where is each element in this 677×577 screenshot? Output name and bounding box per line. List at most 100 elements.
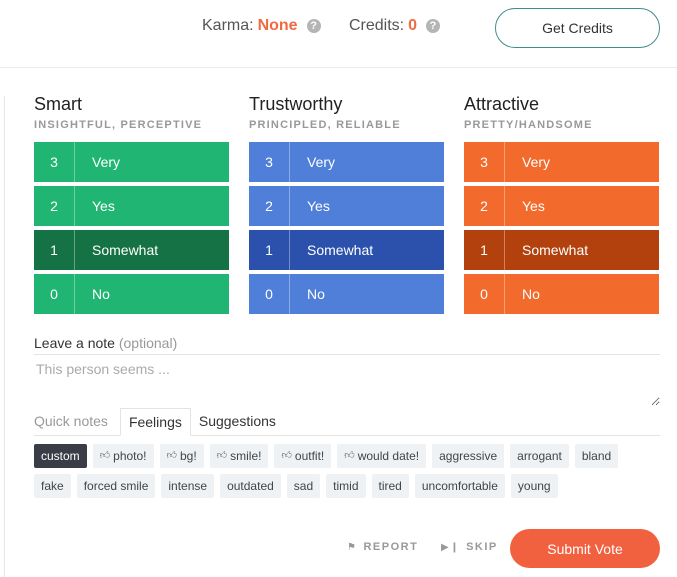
- column-subtitle: INSIGHTFUL, PERCEPTIVE: [34, 119, 203, 131]
- column-title: Trustworthy: [249, 94, 343, 114]
- quick-note-chip[interactable]: 👍︎ photo!: [92, 444, 154, 468]
- thumbs-up-icon: 👍︎: [166, 450, 177, 461]
- rating-option-label: No: [307, 286, 325, 302]
- tab-feelings[interactable]: Feelings: [119, 408, 191, 436]
- quick-note-chip[interactable]: arrogant: [510, 444, 569, 468]
- rating-option[interactable]: 3 Very: [249, 142, 444, 182]
- note-label-text: Leave a note: [34, 335, 115, 351]
- quick-note-chip[interactable]: timid: [326, 474, 366, 498]
- thumbs-up-icon: 👍︎: [216, 450, 228, 461]
- rating-option-number: 0: [249, 274, 290, 314]
- rating-option[interactable]: 2 Yes: [464, 186, 659, 226]
- rating-option-label: Very: [92, 154, 121, 170]
- quick-note-chip[interactable]: sad: [286, 474, 321, 498]
- quick-note-chip[interactable]: 👍︎ smile!: [209, 444, 269, 468]
- rating-option-number: 2: [464, 186, 505, 226]
- quick-note-chip[interactable]: 👍︎ bg!: [159, 444, 204, 468]
- quick-note-chip[interactable]: custom: [34, 444, 87, 468]
- rating-option-number: 1: [34, 230, 75, 270]
- chip-label: bg!: [179, 449, 197, 463]
- rating-option-label: No: [522, 286, 540, 302]
- rating-option-label: Very: [307, 154, 336, 170]
- quick-note-chip[interactable]: tired: [371, 474, 409, 498]
- karma-value: None: [257, 17, 298, 34]
- quick-note-chip[interactable]: bland: [574, 444, 619, 468]
- rating-option-number: 3: [249, 142, 290, 182]
- rating-option-label: Yes: [307, 198, 330, 214]
- thumbs-up-icon: 👍︎: [344, 450, 355, 461]
- chip-label: sad: [293, 479, 314, 493]
- quick-note-chip[interactable]: uncomfortable: [414, 474, 505, 498]
- rating-option[interactable]: 2 Yes: [249, 186, 444, 226]
- submit-vote-button[interactable]: Submit Vote: [510, 529, 660, 568]
- column-title: Smart: [34, 94, 83, 114]
- rating-options: 3 Very 2 Yes 1 Somewhat 0 No: [464, 142, 659, 314]
- rating-option-number: 1: [249, 230, 290, 270]
- credits-value: 0: [408, 17, 418, 34]
- quick-note-chip[interactable]: outdated: [220, 474, 281, 498]
- tab-suggestions[interactable]: Suggestions: [191, 408, 284, 436]
- rating-option[interactable]: 0 No: [464, 274, 659, 314]
- note-label: Leave a note (optional): [34, 335, 177, 351]
- rating-options: 3 Very 2 Yes 1 Somewhat 0 No: [249, 142, 444, 314]
- chip-label: intense: [168, 479, 208, 493]
- karma-indicator: Karma: None ?: [202, 17, 321, 35]
- rating-option-number: 0: [464, 274, 505, 314]
- rating-option[interactable]: 3 Very: [34, 142, 229, 182]
- rating-options: 3 Very 2 Yes 1 Somewhat 0 No: [34, 142, 229, 314]
- notes-tabs: Quick notes Feelings Suggestions: [34, 408, 660, 436]
- rating-option-label: Somewhat: [92, 242, 159, 258]
- rating-column-smart: Smart INSIGHTFUL, PERCEPTIVE 3 Very 2 Yes 1 S…: [34, 94, 229, 318]
- rating-column-trustworthy: Trustworthy PRINCIPLED, RELIABLE 3 Very 2 Y…: [249, 94, 444, 318]
- rating-option[interactable]: 3 Very: [464, 142, 659, 182]
- chip-label: arrogant: [517, 449, 562, 463]
- thumbs-up-icon: 👍︎: [99, 450, 111, 461]
- skip-button[interactable]: ▶❙ SKIP: [441, 541, 498, 553]
- credits-help-icon[interactable]: ?: [426, 19, 441, 33]
- get-credits-button[interactable]: Get Credits: [495, 8, 660, 48]
- quick-note-chip[interactable]: 👍︎ outfit!: [274, 444, 332, 468]
- quick-note-chip[interactable]: forced smile: [76, 474, 156, 498]
- skip-label: SKIP: [466, 541, 498, 553]
- thumbs-up-icon: 👍︎: [281, 450, 292, 461]
- chip-label: timid: [333, 479, 359, 493]
- rating-option-number: 2: [34, 186, 75, 226]
- rating-option[interactable]: 2 Yes: [34, 186, 229, 226]
- rating-option-number: 0: [34, 274, 75, 314]
- rating-option-number: 2: [249, 186, 290, 226]
- report-button[interactable]: ⚑ REPORT: [347, 541, 418, 553]
- chip-label: tired: [378, 479, 402, 493]
- quick-note-chip[interactable]: 👍︎ would date!: [337, 444, 427, 468]
- credits-indicator: Credits: 0 ?: [349, 17, 441, 35]
- tab-quick-notes: Quick notes: [34, 413, 108, 429]
- chip-label: outfit!: [294, 449, 325, 463]
- chip-label: custom: [41, 449, 80, 463]
- column-subtitle: PRETTY/HANDSOME: [464, 119, 593, 131]
- quick-note-chip[interactable]: fake: [34, 474, 71, 498]
- karma-label: Karma:: [202, 17, 254, 34]
- flag-icon: ⚑: [347, 541, 358, 553]
- left-divider: [4, 96, 5, 577]
- rating-option-number: 3: [34, 142, 75, 182]
- rating-option[interactable]: 1 Somewhat: [249, 230, 444, 270]
- rating-option-label: Somewhat: [307, 242, 374, 258]
- rating-option-number: 3: [464, 142, 505, 182]
- quick-note-chip[interactable]: aggressive: [432, 444, 505, 468]
- note-optional-text: (optional): [118, 335, 178, 351]
- note-textarea[interactable]: [34, 355, 660, 406]
- rating-option-label: No: [92, 286, 110, 302]
- chip-label: photo!: [113, 449, 147, 463]
- karma-help-icon[interactable]: ?: [306, 19, 321, 33]
- rating-option[interactable]: 0 No: [249, 274, 444, 314]
- chip-label: uncomfortable: [421, 479, 498, 493]
- rating-option-label: Yes: [522, 198, 545, 214]
- quick-note-chip[interactable]: intense: [161, 474, 215, 498]
- chip-label: forced smile: [83, 479, 149, 493]
- column-subtitle: PRINCIPLED, RELIABLE: [249, 119, 401, 131]
- rating-option[interactable]: 1 Somewhat: [464, 230, 659, 270]
- quick-note-chip[interactable]: young: [510, 474, 558, 498]
- rating-column-attractive: Attractive PRETTY/HANDSOME 3 Very 2 Yes 1 Som…: [464, 94, 659, 318]
- rating-option-label: Somewhat: [522, 242, 589, 258]
- rating-option[interactable]: 1 Somewhat: [34, 230, 229, 270]
- rating-option[interactable]: 0 No: [34, 274, 229, 314]
